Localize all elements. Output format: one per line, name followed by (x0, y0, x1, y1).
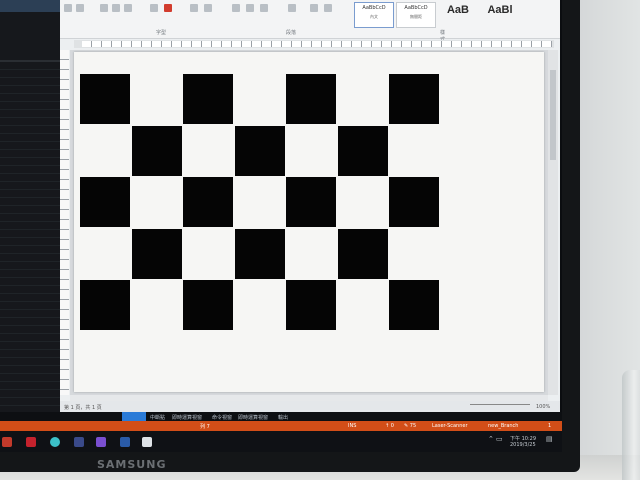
style-name: 內文 (370, 14, 378, 19)
highlight-icon[interactable] (150, 4, 158, 12)
status-ins: INS (348, 423, 357, 429)
checker-square (389, 280, 439, 330)
vertical-scrollbar[interactable] (548, 50, 558, 395)
app-icon-red[interactable] (2, 437, 12, 447)
bullets-icon[interactable] (190, 4, 198, 12)
style-heading-1[interactable]: AaB (438, 2, 478, 28)
tab-command[interactable]: 命令視窗 (212, 414, 232, 421)
bold-icon[interactable] (100, 4, 108, 12)
styles-gallery: AaBbCcD 內文 AaBbCcD 無間距 AaB AaBl (354, 2, 544, 28)
align-right-icon[interactable] (260, 4, 268, 12)
horizontal-ruler[interactable] (74, 40, 554, 48)
windows-taskbar: ⌃ ▭ 下午 10:29 2019/3/25 ▤ (0, 431, 562, 452)
checker-square (131, 125, 182, 176)
checker-square (389, 74, 439, 124)
app-icon-tool[interactable] (26, 437, 36, 447)
tab-immediate-2[interactable]: 即時運算視窗 (238, 414, 268, 421)
checker-square (131, 228, 182, 279)
underline-icon[interactable] (124, 4, 132, 12)
font-box[interactable] (76, 4, 84, 12)
editor-title-bar[interactable] (0, 0, 62, 12)
document-canvas (70, 50, 554, 395)
checker-square (234, 228, 285, 279)
network-icon[interactable]: ▭ (496, 435, 503, 443)
word-status-bar: 第 1 頁，共 1 頁 100% (60, 401, 560, 412)
output-tab-strip: 中斷點 即時運算視窗 命令視窗 即時運算視窗 輸出 (0, 412, 562, 421)
checker-square (337, 125, 388, 176)
code-editor-window (0, 0, 62, 420)
bottle (622, 370, 640, 480)
style-heading-2[interactable]: AaBl (480, 2, 520, 28)
ribbon-group-labels: 字型 段落 樣式 (60, 27, 445, 43)
page-count[interactable]: 第 1 頁，共 1 頁 (64, 404, 102, 411)
checker-square (80, 177, 130, 227)
folder-icon[interactable] (74, 437, 84, 447)
checker-square (337, 228, 388, 279)
borders-icon[interactable] (324, 4, 332, 12)
group-paragraph-label: 段落 (286, 30, 297, 36)
monitor-bezel: 字型 段落 樣式 AaBbCcD 內文 AaBbCcD 無間距 AaB (0, 0, 580, 472)
style-no-spacing[interactable]: AaBbCcD 無間距 (396, 2, 436, 28)
word-icon[interactable] (120, 437, 130, 447)
visual-studio-icon[interactable] (96, 437, 106, 447)
active-tab-highlight (122, 412, 146, 421)
monitor-brand-logo: SAMSUNG (97, 458, 167, 471)
ide-status-bar: 列 7 INS ↑ 0 ✎ 75 Laser-Scanner new_Branc… (0, 421, 562, 431)
zoom-slider[interactable] (470, 404, 530, 405)
checker-square (183, 74, 233, 124)
numbering-icon[interactable] (204, 4, 212, 12)
style-name: 無間距 (410, 14, 422, 19)
checker-square (183, 280, 233, 330)
document-page[interactable] (74, 52, 544, 392)
style-preview: AaBbCcD (404, 5, 428, 11)
align-center-icon[interactable] (246, 4, 254, 12)
checker-square (389, 177, 439, 227)
checker-square (286, 280, 336, 330)
line-spacing-icon[interactable] (288, 4, 296, 12)
tab-immediate[interactable]: 即時運算視窗 (172, 414, 202, 421)
checker-square (183, 177, 233, 227)
style-preview: AaB (446, 4, 469, 16)
status-branch[interactable]: new_Branch (488, 423, 518, 429)
scrollbar-thumb[interactable] (550, 70, 556, 160)
checker-square (80, 74, 130, 124)
chrome-icon[interactable] (50, 437, 60, 447)
style-normal[interactable]: AaBbCcD 內文 (354, 2, 394, 28)
status-project[interactable]: Laser-Scanner (432, 423, 468, 429)
tab-output[interactable]: 輸出 (278, 414, 288, 421)
paste-icon[interactable] (64, 4, 72, 12)
align-left-icon[interactable] (232, 4, 240, 12)
window-icon[interactable] (142, 437, 152, 447)
editor-code-area[interactable] (0, 62, 62, 420)
checkerboard-image[interactable] (74, 52, 544, 392)
shading-icon[interactable] (310, 4, 318, 12)
word-window: 字型 段落 樣式 AaBbCcD 內文 AaBbCcD 無間距 AaB (60, 0, 560, 412)
vertical-ruler[interactable] (60, 50, 69, 395)
status-line: 列 7 (200, 424, 210, 430)
checker-square (234, 125, 285, 176)
style-preview: AaBbCcD (362, 5, 386, 11)
clock-time[interactable]: 下午 10:29 (510, 435, 536, 442)
tray-chevron-icon[interactable]: ⌃ (488, 435, 494, 443)
status-pen: ✎ 75 (404, 423, 417, 429)
italic-icon[interactable] (112, 4, 120, 12)
clock-date[interactable]: 2019/3/25 (510, 442, 536, 448)
style-preview: AaBl (487, 4, 513, 16)
font-color-icon[interactable] (164, 4, 172, 12)
checker-square (80, 280, 130, 330)
zoom-level[interactable]: 100% (536, 404, 550, 410)
ribbon: 字型 段落 樣式 AaBbCcD 內文 AaBbCcD 無間距 AaB (60, 0, 560, 43)
monitor-screen: 字型 段落 樣式 AaBbCcD 內文 AaBbCcD 無間距 AaB (0, 0, 562, 452)
group-font-label: 字型 (156, 30, 167, 36)
notification-bell-count[interactable]: 1 (548, 423, 551, 429)
tab-breakpoints[interactable]: 中斷點 (150, 414, 165, 421)
notification-icon[interactable]: ▤ (546, 435, 553, 443)
status-position: ↑ 0 (385, 423, 394, 429)
checker-square (286, 74, 336, 124)
checker-square (286, 177, 336, 227)
